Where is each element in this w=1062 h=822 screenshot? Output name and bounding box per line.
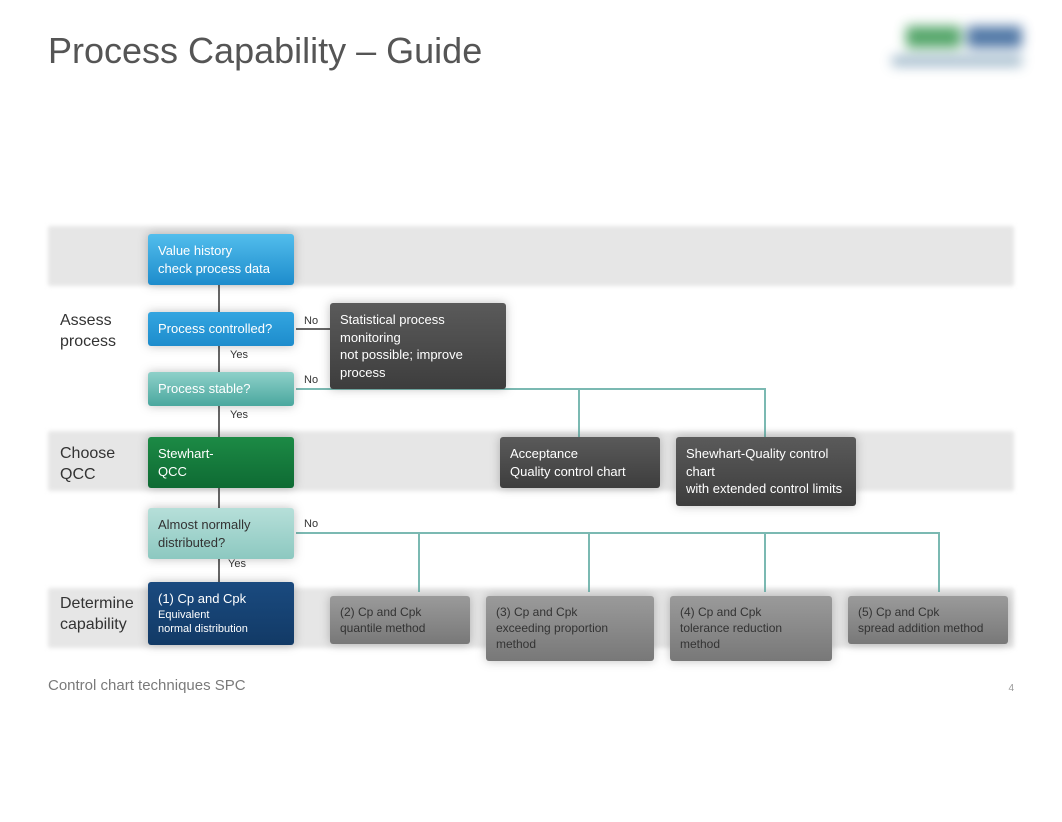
method-2-title: (2) Cp and Cpk	[340, 604, 460, 620]
box-not-possible: Statistical process monitoring not possi…	[330, 303, 506, 389]
diagram-canvas: Assess process Choose QCC Determine capa…	[48, 206, 1014, 666]
box-method-1: (1) Cp and Cpk Equivalent normal distrib…	[148, 582, 294, 645]
method-4-sub: tolerance reduction method	[680, 620, 822, 652]
label-yes-almost: Yes	[228, 558, 246, 570]
box-shewhart-extended: Shewhart-Quality control chart with exte…	[676, 437, 856, 506]
brand-logo	[892, 26, 1022, 66]
connector	[764, 532, 766, 592]
label-yes-controlled: Yes	[230, 349, 248, 361]
method-2-sub: quantile method	[340, 620, 460, 636]
box-acceptance-qcc: Acceptance Quality control chart	[500, 437, 660, 488]
method-5-sub: spread addition method	[858, 620, 998, 636]
method-3-sub: exceeding proportion method	[496, 620, 644, 652]
method-5-title: (5) Cp and Cpk	[858, 604, 998, 620]
footer-text: Control chart techniques SPC	[48, 677, 246, 694]
slide: Process Capability – Guide Assess proces…	[0, 0, 1062, 822]
box-stewhart-qcc: Stewhart- QCC	[148, 437, 294, 488]
method-1-title: (1) Cp and Cpk	[158, 590, 284, 608]
row-label-determine: Determine capability	[60, 594, 134, 636]
label-no-controlled: No	[304, 315, 318, 327]
label-yes-stable: Yes	[230, 409, 248, 421]
page-number: 4	[1008, 683, 1014, 694]
box-method-2: (2) Cp and Cpk quantile method	[330, 596, 470, 644]
method-1-sub: Equivalent normal distribution	[158, 608, 284, 638]
box-process-controlled: Process controlled?	[148, 312, 294, 346]
connector	[578, 388, 580, 438]
box-method-5: (5) Cp and Cpk spread addition method	[848, 596, 1008, 644]
row-label-choose: Choose QCC	[60, 444, 115, 486]
label-no-almost: No	[304, 518, 318, 530]
connector	[418, 532, 420, 592]
connector	[588, 532, 590, 592]
box-method-3: (3) Cp and Cpk exceeding proportion meth…	[486, 596, 654, 661]
slide-title: Process Capability – Guide	[48, 30, 1014, 72]
connector	[764, 388, 766, 438]
box-value-history: Value history check process data	[148, 234, 294, 285]
method-3-title: (3) Cp and Cpk	[496, 604, 644, 620]
connector	[938, 532, 940, 592]
box-process-stable: Process stable?	[148, 372, 294, 406]
label-no-stable: No	[304, 374, 318, 386]
method-4-title: (4) Cp and Cpk	[680, 604, 822, 620]
connector	[296, 532, 940, 534]
box-method-4: (4) Cp and Cpk tolerance reduction metho…	[670, 596, 832, 661]
box-almost-normal: Almost normally distributed?	[148, 508, 294, 559]
row-label-assess: Assess process	[60, 311, 116, 353]
